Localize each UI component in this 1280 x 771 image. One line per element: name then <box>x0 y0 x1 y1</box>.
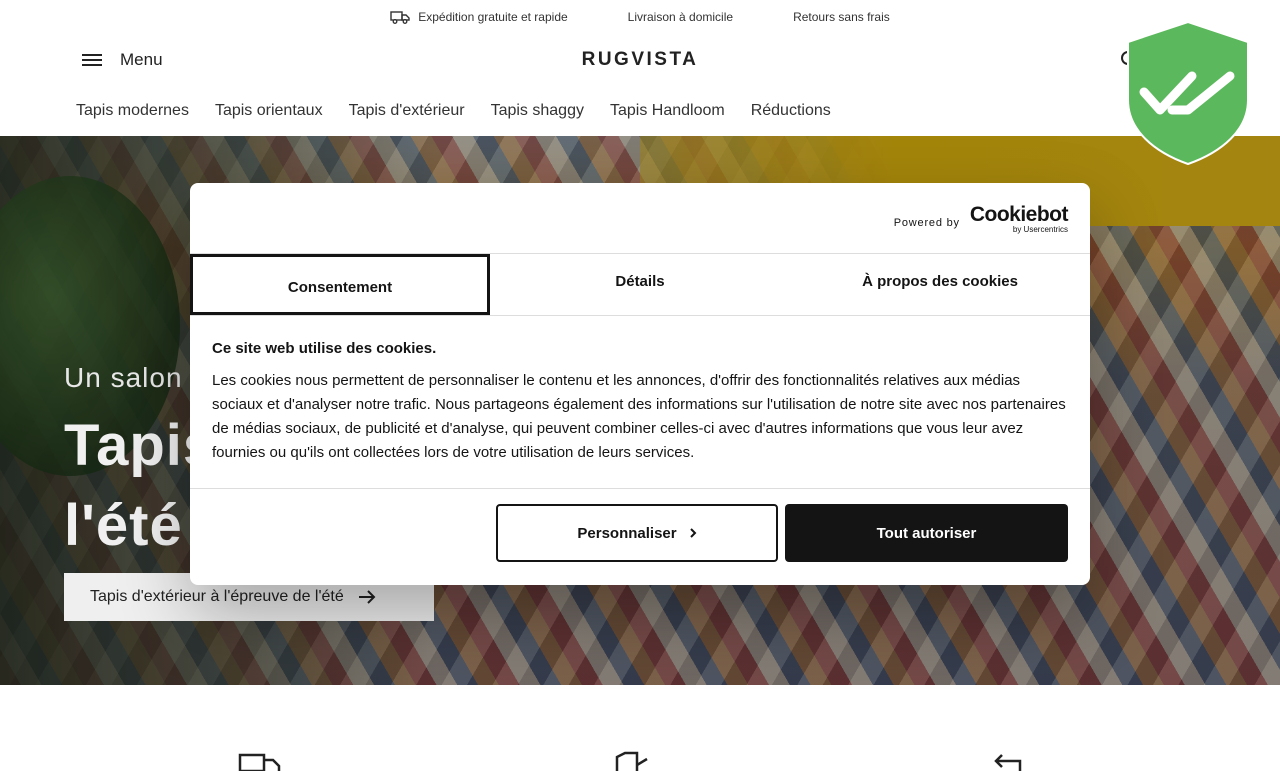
perk-shipping: Expédition gratuite et rapide <box>390 10 568 24</box>
hero-cta-label: Tapis d'extérieur à l'épreuve de l'été <box>90 588 344 605</box>
tab-details[interactable]: Détails <box>490 254 790 315</box>
customize-label: Personnaliser <box>577 524 677 542</box>
nav-item-handloom-rugs[interactable]: Tapis Handloom <box>610 102 725 120</box>
perk-delivery: Livraison à domicile <box>628 10 733 24</box>
usp-row <box>0 685 1280 771</box>
site-logo[interactable]: RUGVISTA <box>0 49 1280 71</box>
customize-button[interactable]: Personnaliser <box>496 504 778 562</box>
shield-check-icon <box>1127 20 1249 166</box>
tab-about-cookies[interactable]: À propos des cookies <box>790 254 1090 315</box>
dialog-text: Les cookies nous permettent de personnal… <box>212 372 1066 461</box>
powered-by-label: Powered by <box>893 217 960 229</box>
cookiebot-logo: Cookiebot by Usercentrics <box>969 203 1069 235</box>
truck-icon <box>390 11 410 24</box>
hero-subtitle: Un salon <box>64 362 183 393</box>
package-icon <box>615 751 648 771</box>
perk-label: Expédition gratuite et rapide <box>418 10 568 24</box>
return-arrow-icon <box>994 754 1022 771</box>
allow-all-button[interactable]: Tout autoriser <box>785 504 1068 562</box>
dialog-tabs: Consentement Détails À propos des cookie… <box>190 254 1090 316</box>
cookiebot-brand: Cookiebot <box>969 203 1069 226</box>
perk-label: Livraison à domicile <box>627 10 734 24</box>
dialog-footer: Personnaliser Tout autoriser <box>190 488 1090 585</box>
dialog-heading: Ce site web utilise des cookies. <box>212 340 437 357</box>
nav-item-sale[interactable]: Réductions <box>751 102 831 120</box>
cookie-consent-dialog: Powered by Cookiebot by Usercentrics Con… <box>190 183 1090 585</box>
nav-item-outdoor-rugs[interactable]: Tapis d'extérieur <box>349 102 465 120</box>
truck-icon <box>238 753 281 771</box>
tab-consent[interactable]: Consentement <box>190 254 490 315</box>
nav-item-oriental-rugs[interactable]: Tapis orientaux <box>215 102 323 120</box>
cookiebot-brand-sub: by Usercentrics <box>1012 225 1068 234</box>
nav-item-shaggy-rugs[interactable]: Tapis shaggy <box>491 102 584 120</box>
perks-bar: Expédition gratuite et rapide Livraison … <box>0 0 1280 34</box>
category-nav: Tapis modernes Tapis orientaux Tapis d'e… <box>0 86 1280 136</box>
dialog-header: Powered by Cookiebot by Usercentrics <box>190 183 1090 254</box>
perk-label: Retours sans frais <box>793 10 890 24</box>
arrow-right-icon <box>358 590 376 604</box>
perk-returns: Retours sans frais <box>793 10 890 24</box>
nav-item-modern-rugs[interactable]: Tapis modernes <box>76 102 189 120</box>
powered-by-badge[interactable]: Powered by Cookiebot by Usercentrics <box>893 203 1069 235</box>
site-header: Menu RUGVISTA <box>0 34 1280 86</box>
chevron-right-icon <box>689 528 697 538</box>
dialog-body: Ce site web utilise des cookies. Les coo… <box>212 340 1070 465</box>
